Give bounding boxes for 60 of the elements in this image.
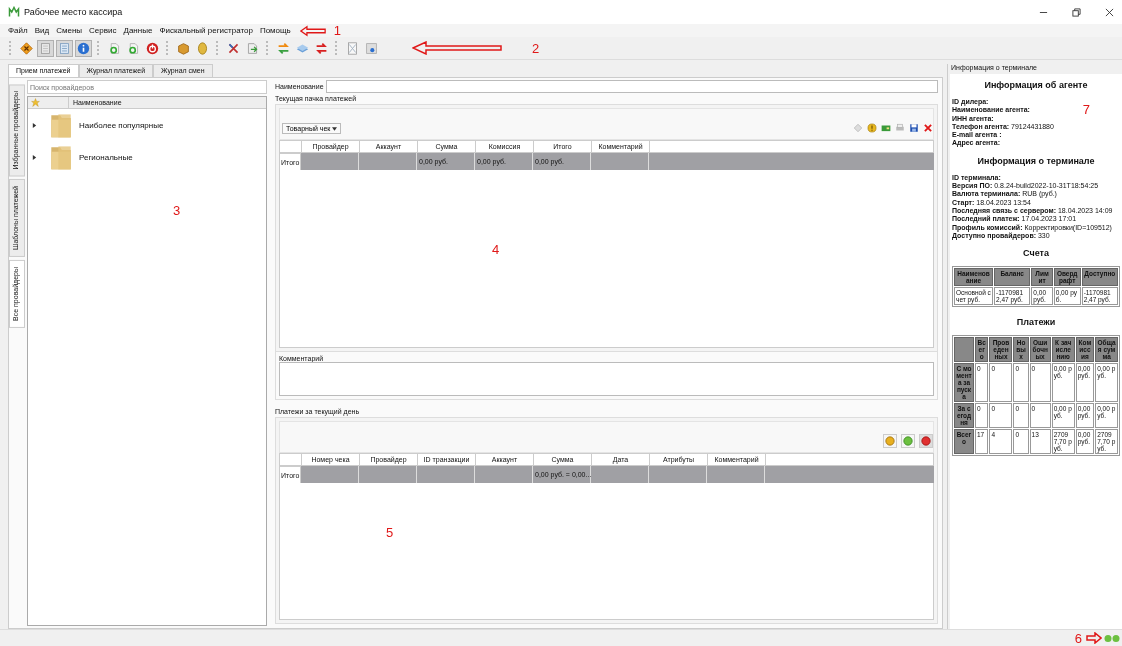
caret-icon [332,126,338,131]
layers-icon [296,41,309,55]
menu-item[interactable]: Помощь [259,26,291,35]
menu-item[interactable]: Фискальный регистратор [159,26,253,35]
section-heading: Платежи [1015,317,1057,328]
warning-icon[interactable] [867,123,877,133]
menu-item[interactable]: Сервис [89,26,117,35]
menu-item[interactable]: Файл [8,26,28,35]
document-icon [127,41,140,55]
circle-icon [885,436,895,446]
restore-icon[interactable] [1072,7,1081,17]
info-button[interactable] [75,39,92,57]
section-heading: Информация об агенте [983,80,1089,90]
document-arrow-icon [246,41,259,55]
annotation-number: 1 [333,23,342,38]
tree-item[interactable]: Региональные [79,152,133,162]
menu-item[interactable]: Данные [123,26,153,35]
list-icon [58,41,71,55]
star-icon [31,98,40,107]
save-icon[interactable] [909,123,919,133]
list-button[interactable] [56,39,73,57]
delete-icon[interactable] [923,123,933,133]
status-filter-button[interactable] [901,434,915,448]
annotation-number: 4 [492,242,500,257]
app-icon [8,6,20,18]
tree-item[interactable]: Наиболее популярные [79,120,164,130]
window-title: Рабочее место кассира [24,7,123,17]
diamond-button[interactable] [18,39,35,57]
menu-item[interactable]: Смены [56,26,83,35]
status-filter-button[interactable] [919,434,933,448]
printer-icon[interactable] [895,123,905,133]
coin-icon [196,41,209,55]
expand-icon[interactable] [32,154,37,160]
annotation-number: 7 [1082,102,1090,117]
power-icon [146,41,159,55]
section-heading: Счета [1022,248,1050,259]
corner-cell [954,337,974,363]
circle-icon [921,436,931,446]
annotation-number: 3 [173,203,181,218]
name-field[interactable] [325,80,938,93]
circle-icon [903,436,913,446]
page-button[interactable] [37,39,54,57]
window-icon [346,41,359,55]
annotation-arrow [1086,632,1102,644]
comment-field[interactable] [279,362,934,396]
annotation-number: 5 [386,525,394,540]
close-icon[interactable] [1105,7,1114,17]
section-heading: Информация о терминале [976,155,1096,166]
annotation-number: 6 [1074,630,1082,646]
document-icon [108,41,121,55]
card-icon[interactable] [881,123,891,133]
status-icon [1104,633,1120,643]
expand-icon[interactable] [32,122,37,128]
menu-item[interactable]: Вид [34,26,50,35]
page-icon [39,41,52,55]
annotation-arrow [299,24,326,37]
annotation-number: 2 [532,40,540,56]
info-icon [77,41,90,55]
status-filter-button[interactable] [883,434,897,448]
diamond-icon [20,41,33,55]
